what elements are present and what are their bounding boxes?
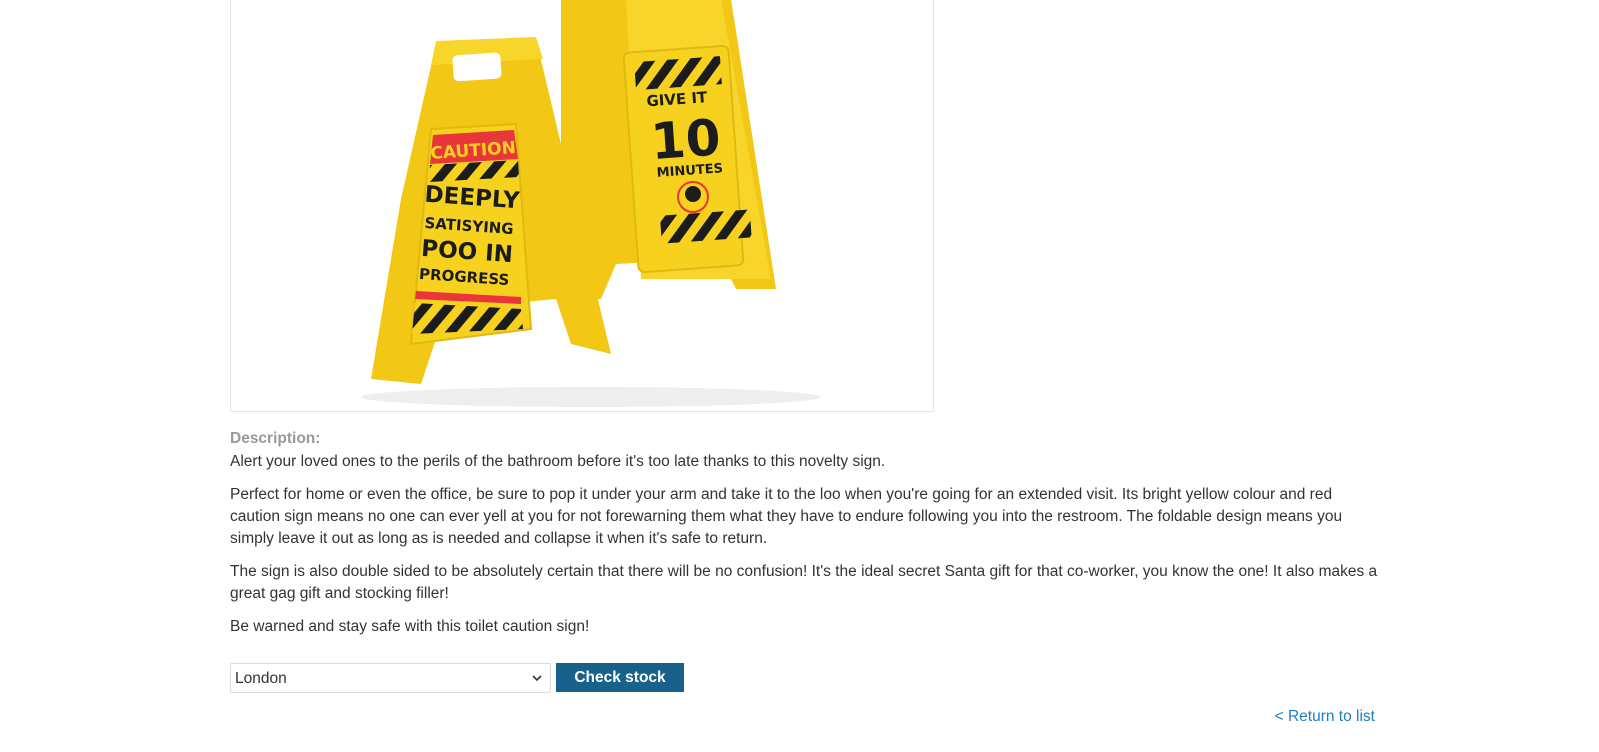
store-select[interactable]: London [230, 663, 551, 693]
description-heading: Description: [230, 430, 321, 447]
description-paragraph: Be warned and stay safe with this toilet… [230, 618, 590, 635]
sign-right: GIVE IT 10 MINUTES [561, 0, 776, 299]
store-select-value: London [235, 670, 287, 687]
description-paragraph: Alert your loved ones to the perils of t… [230, 453, 886, 470]
product-image: GIVE IT 10 MINUTES CAUTION DEEPLY SATISY… [230, 0, 934, 412]
description-paragraph: Perfect for home or even the office, be … [230, 486, 1343, 547]
description-paragraph: The sign is also double sided to be abso… [230, 563, 1378, 602]
stock-check-form: London Check stock [230, 663, 684, 693]
product-page: GIVE IT 10 MINUTES CAUTION DEEPLY SATISY… [0, 0, 1599, 752]
check-stock-button[interactable]: Check stock [556, 663, 684, 692]
return-to-list-link[interactable]: < Return to list [1275, 708, 1375, 726]
chevron-down-icon [532, 675, 542, 682]
